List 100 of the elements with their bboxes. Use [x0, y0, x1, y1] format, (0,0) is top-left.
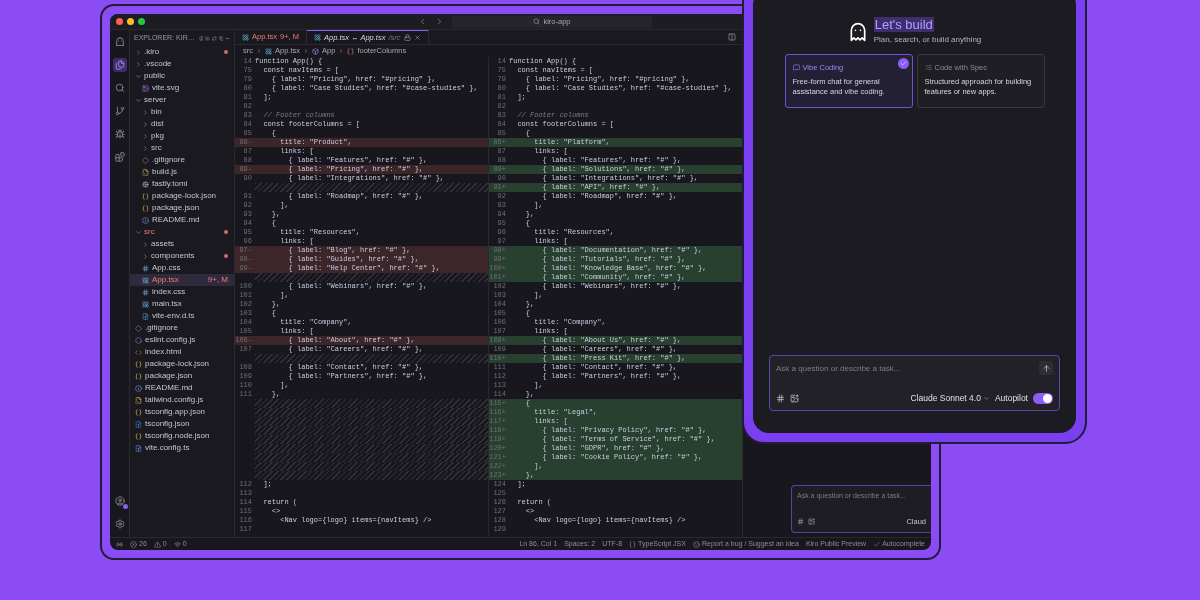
file-tree-item[interactable]: .kiro	[130, 46, 234, 58]
maximize-window-button[interactable]	[138, 18, 145, 25]
file-tree-item[interactable]: assets	[130, 238, 234, 250]
files-icon[interactable]	[112, 58, 127, 72]
autopilot-toggle[interactable]	[1033, 393, 1053, 405]
file-tree-item[interactable]: README.md	[130, 382, 234, 394]
checklist-icon	[924, 64, 932, 72]
file-tree-item[interactable]: vite.config.ts	[130, 442, 234, 454]
braces-icon	[135, 372, 142, 380]
file-tree-item[interactable]: dist	[130, 118, 234, 130]
file-tree-item[interactable]: package-lock.json	[130, 358, 234, 370]
send-button[interactable]	[1039, 361, 1053, 375]
file-name: server	[144, 96, 167, 104]
file-tree-item[interactable]: tsconfig.app.json	[130, 406, 234, 418]
file-tree-item[interactable]: components	[130, 250, 234, 262]
cube-icon	[312, 47, 319, 55]
code-icon	[135, 348, 142, 356]
chevron-right-icon	[338, 48, 345, 54]
file-tree-item[interactable]: fastly.toml	[130, 178, 234, 190]
file-tree-item[interactable]: main.tsx	[130, 298, 234, 310]
smiley-icon	[692, 540, 700, 548]
file-tree-item[interactable]: .gitignore	[130, 154, 234, 166]
file-tree-item[interactable]: index.html	[130, 346, 234, 358]
diamond-icon	[135, 324, 142, 332]
close-window-button[interactable]	[116, 18, 123, 25]
image-icon	[142, 84, 149, 92]
file-type-icon	[135, 420, 142, 428]
atom-icon	[242, 33, 249, 41]
bug-icon[interactable]	[112, 127, 127, 141]
chat-input-box[interactable]: Ask a question or describe a task... Claude Sonnet 4.0 Autopilot	[769, 355, 1060, 411]
file-tree-item[interactable]: README.md	[130, 214, 234, 226]
file-name: README.md	[152, 216, 200, 224]
file-name: App.css	[152, 264, 181, 272]
file-tree-item[interactable]: server	[130, 94, 234, 106]
close-icon[interactable]	[413, 34, 421, 41]
new-folder-icon[interactable]	[205, 34, 210, 42]
image-icon[interactable]	[808, 517, 815, 525]
lock-icon	[403, 34, 411, 41]
new-file-icon[interactable]	[198, 34, 204, 42]
file-tree-item[interactable]: src	[130, 142, 234, 154]
forward-icon[interactable]	[435, 17, 444, 26]
back-icon[interactable]	[418, 17, 427, 26]
remote-icon[interactable]	[116, 540, 123, 548]
file-name: build.js	[152, 168, 177, 176]
chevron-right-icon	[303, 48, 309, 54]
file-tree-item[interactable]: tailwind.config.js	[130, 394, 234, 406]
hash-icon	[142, 264, 149, 272]
account-icon[interactable]	[112, 494, 127, 508]
error-icon[interactable]	[130, 540, 137, 548]
blocks-icon[interactable]	[112, 150, 127, 164]
braces-icon	[135, 408, 142, 416]
file-name: eslint.config.js	[145, 336, 196, 344]
braces-icon	[629, 540, 637, 548]
atom-icon	[142, 300, 149, 308]
check-icon	[897, 58, 909, 69]
file-tree-item[interactable]: public	[130, 70, 234, 82]
gear-icon	[142, 180, 149, 188]
file-tree-item[interactable]: .vscode	[130, 58, 234, 70]
brackets-icon	[347, 47, 355, 55]
file-name: App.tsx	[152, 276, 179, 284]
file-tree-item[interactable]: App.css	[130, 262, 234, 274]
file-name: .gitignore	[152, 156, 185, 164]
file-tree-item[interactable]: tsconfig.node.json	[130, 430, 234, 442]
file-tree-item[interactable]: tsconfig.json	[130, 418, 234, 430]
info-icon	[142, 216, 149, 224]
split-editor-icon[interactable]	[728, 33, 736, 41]
file-tree-item[interactable]: eslint.config.js	[130, 334, 234, 346]
file-tree-item[interactable]: vite-env.d.ts	[130, 310, 234, 322]
atom-icon	[265, 47, 272, 55]
file-name: .kiro	[144, 48, 160, 56]
file-tree-item[interactable]: package-lock.json	[130, 190, 234, 202]
file-tree-item[interactable]: bin	[130, 106, 234, 118]
hash-icon[interactable]	[776, 394, 785, 404]
refresh-icon[interactable]	[212, 34, 217, 42]
image-icon[interactable]	[790, 394, 799, 404]
hash-icon[interactable]	[797, 517, 804, 525]
info-icon	[135, 384, 142, 392]
file-name: package-lock.json	[145, 360, 210, 368]
file-tree-item[interactable]: package.json	[130, 370, 234, 382]
search-icon	[533, 18, 541, 25]
ports-icon[interactable]	[173, 540, 181, 548]
collapse-icon[interactable]	[218, 34, 224, 42]
minimize-window-button[interactable]	[127, 18, 134, 25]
file-name: public	[144, 72, 165, 80]
braces-icon	[135, 432, 142, 440]
braces-icon	[142, 192, 149, 200]
file-tree-item[interactable]: build.js	[130, 166, 234, 178]
file-tree-item[interactable]: vite.svg	[130, 82, 234, 94]
check-icon	[873, 540, 881, 548]
atom-icon	[314, 34, 321, 41]
hash-icon	[142, 288, 149, 296]
file-tree-item[interactable]: package.json	[130, 202, 234, 214]
file-tree-item[interactable]: src	[130, 226, 234, 238]
file-tree-item[interactable]: App.tsx 9+, M	[130, 274, 234, 286]
model-dropdown[interactable]: Claude Sonnet 4.0	[910, 392, 990, 405]
file-tree-item[interactable]: pkg	[130, 130, 234, 142]
warning-icon[interactable]	[153, 540, 161, 548]
file-tree-item[interactable]: index.css	[130, 286, 234, 298]
diamond-icon	[142, 156, 149, 164]
file-tree-item[interactable]: .gitignore	[130, 322, 234, 334]
